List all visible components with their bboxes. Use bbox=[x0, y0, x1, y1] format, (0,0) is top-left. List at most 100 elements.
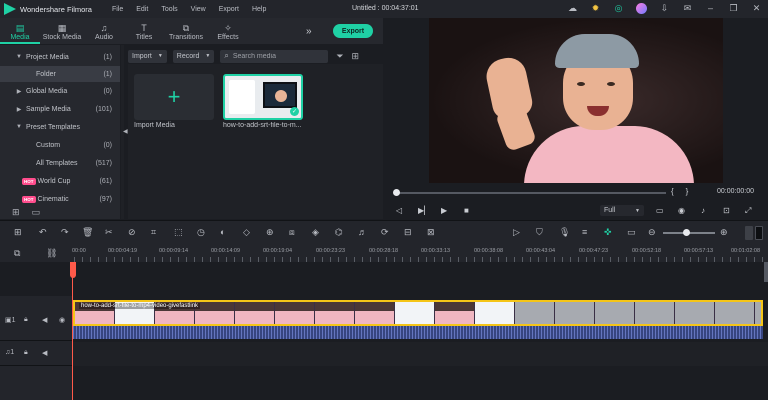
lock-icon[interactable]: 🔒︎ bbox=[24, 316, 28, 324]
snapshot-icon[interactable]: ◉ bbox=[678, 204, 685, 218]
crop-icon[interactable]: ⊡ bbox=[723, 204, 730, 218]
menu-tools[interactable]: Tools bbox=[161, 6, 177, 13]
audio-detach-icon[interactable]: ⊘ bbox=[128, 227, 136, 238]
ai-icon[interactable]: ⌬ bbox=[335, 227, 343, 238]
export-button[interactable]: Export bbox=[333, 24, 373, 38]
media-search[interactable]: ⌕ bbox=[220, 49, 329, 63]
tab-transitions[interactable]: ⧉ Transitions bbox=[164, 18, 208, 44]
playhead-line[interactable] bbox=[72, 262, 73, 400]
audio-track-lane[interactable] bbox=[73, 342, 768, 366]
sidebar-item-preset-templates[interactable]: ▼ Preset Templates bbox=[0, 119, 120, 135]
add-track-icon[interactable]: ⧉ bbox=[14, 248, 20, 259]
mark-in-out-icon[interactable]: {} bbox=[671, 187, 700, 196]
fit-icon[interactable]: ⊕ bbox=[266, 227, 274, 238]
restore-icon[interactable]: ❐ bbox=[728, 3, 739, 14]
keyframe-icon[interactable]: ◇ bbox=[243, 227, 250, 238]
speaker-icon[interactable]: ◀︎ bbox=[42, 349, 47, 357]
redo-icon[interactable]: ↷ bbox=[61, 227, 69, 238]
layout-toggle-button-alt[interactable] bbox=[755, 226, 763, 240]
delete-icon[interactable]: 🗑 bbox=[82, 227, 93, 238]
download-icon[interactable]: ⇩ bbox=[659, 3, 670, 14]
search-input[interactable] bbox=[232, 52, 323, 60]
sidebar-item-global-media[interactable]: ▶ Global Media (0) bbox=[0, 83, 120, 99]
collapse-arrow-icon[interactable]: ▶ bbox=[14, 106, 24, 113]
new-folder-icon[interactable]: ⊞ bbox=[12, 207, 20, 218]
audio-icon[interactable]: ♬ bbox=[358, 227, 367, 238]
sidebar-item-all-templates[interactable]: All Templates (517) bbox=[0, 155, 120, 171]
speaker-icon[interactable]: ◀︎ bbox=[42, 316, 47, 324]
timeline-scrollbar[interactable] bbox=[764, 262, 768, 282]
green-screen-icon[interactable]: ⧈ bbox=[289, 227, 295, 238]
stop-icon[interactable]: ■ bbox=[464, 204, 469, 218]
shield-icon[interactable]: ⛉ bbox=[536, 227, 543, 238]
snap-icon[interactable]: ✜ bbox=[604, 227, 612, 238]
lock-icon[interactable]: 🔒︎ bbox=[24, 349, 28, 357]
tab-stock-media[interactable]: ▦ Stock Media bbox=[40, 18, 84, 44]
mail-icon[interactable]: ✉ bbox=[682, 3, 693, 14]
preview-quality-select[interactable]: Full ▼ bbox=[600, 205, 644, 216]
microphone-icon[interactable]: 🎙 bbox=[559, 227, 570, 238]
play-icon[interactable]: ▶ bbox=[441, 204, 447, 218]
transform-icon[interactable]: ⬚ bbox=[174, 227, 183, 238]
voiceover-icon[interactable]: ≡ bbox=[582, 227, 587, 238]
tab-effects[interactable]: ✧ Effects bbox=[208, 18, 248, 44]
lightbulb-icon[interactable]: ✹ bbox=[590, 3, 601, 14]
menu-export[interactable]: Export bbox=[219, 6, 239, 13]
record-dropdown[interactable]: Record ▼ bbox=[172, 49, 215, 63]
display-icon[interactable]: ▭ bbox=[656, 204, 664, 218]
cut-icon[interactable]: ✂ bbox=[105, 227, 113, 238]
minimize-icon[interactable]: – bbox=[705, 3, 716, 14]
zoom-out-icon[interactable]: ⊖ bbox=[648, 227, 656, 238]
sidebar-item-custom[interactable]: Custom (0) bbox=[0, 137, 120, 153]
subtitle-icon[interactable]: ▭ bbox=[627, 227, 636, 238]
layout-toggle-button[interactable] bbox=[745, 226, 753, 240]
import-media-tile[interactable]: + bbox=[134, 74, 214, 120]
preview-scrub-handle[interactable] bbox=[393, 189, 400, 196]
stabilize-icon[interactable]: ⊟ bbox=[404, 227, 412, 238]
link-icon[interactable]: ⛓ bbox=[46, 248, 57, 259]
menu-edit[interactable]: Edit bbox=[136, 6, 148, 13]
preview-scrub-bar[interactable] bbox=[396, 192, 666, 194]
avatar[interactable] bbox=[636, 3, 647, 14]
more-tools-icon[interactable]: ⊠ bbox=[427, 227, 435, 238]
sidebar-item-sample-media[interactable]: ▶ Sample Media (101) bbox=[0, 101, 120, 117]
grid-view-icon[interactable]: ⊞ bbox=[352, 51, 360, 62]
timeline-video-clip[interactable]: how-to-add-srt-file-to-mp4-video-givefas… bbox=[73, 300, 763, 326]
headset-icon[interactable]: ◎ bbox=[613, 3, 624, 14]
crop-icon[interactable]: ⌗ bbox=[151, 227, 156, 238]
sidebar-item-world-cup[interactable]: HOT World Cup (61) bbox=[0, 173, 120, 189]
zoom-in-icon[interactable]: ⊕ bbox=[720, 227, 728, 238]
menu-view[interactable]: View bbox=[191, 6, 206, 13]
play-frame-icon[interactable]: ▶▏ bbox=[418, 204, 430, 218]
cloud-icon[interactable]: ☁ bbox=[567, 3, 578, 14]
sidebar-item-project-media[interactable]: ▼ Project Media (1) bbox=[0, 49, 120, 65]
fullscreen-icon[interactable]: ⤢ bbox=[745, 204, 751, 218]
step-back-icon[interactable]: ◁ bbox=[396, 204, 402, 218]
more-tabs-icon[interactable]: » bbox=[306, 26, 312, 37]
collapse-arrow-icon[interactable]: ▶ bbox=[14, 88, 24, 95]
filter-icon[interactable]: ⏷ bbox=[336, 51, 343, 62]
tab-audio[interactable]: ♫ Audio bbox=[84, 18, 124, 44]
menu-help[interactable]: Help bbox=[252, 6, 266, 13]
sidebar-item-folder[interactable]: Folder (1) bbox=[0, 66, 120, 82]
grid-icon[interactable]: ⊞ bbox=[14, 227, 22, 238]
menu-file[interactable]: File bbox=[112, 6, 123, 13]
mask-icon[interactable]: ◈ bbox=[312, 227, 319, 238]
expand-arrow-icon[interactable]: ▼ bbox=[14, 124, 24, 130]
eye-icon[interactable]: ◉ bbox=[59, 316, 65, 324]
tab-media[interactable]: ▤ Media bbox=[0, 18, 40, 44]
render-icon[interactable]: ▷ bbox=[513, 227, 520, 238]
color-icon[interactable]: ◐ bbox=[220, 227, 225, 238]
speed-icon[interactable]: ◷ bbox=[197, 227, 205, 238]
zoom-slider-handle[interactable] bbox=[683, 229, 690, 236]
import-dropdown[interactable]: Import ▼ bbox=[128, 49, 167, 63]
tab-titles[interactable]: T Titles bbox=[124, 18, 164, 44]
expand-arrow-icon[interactable]: ▼ bbox=[14, 54, 24, 60]
volume-icon[interactable]: ♪ bbox=[701, 204, 705, 218]
playhead-handle[interactable] bbox=[70, 262, 76, 278]
motion-icon[interactable]: ⟳ bbox=[381, 227, 389, 238]
media-clip-thumbnail[interactable]: ✓ bbox=[223, 74, 303, 120]
undo-icon[interactable]: ↶ bbox=[39, 227, 47, 238]
collapse-panel-icon[interactable]: ◀ bbox=[123, 128, 128, 135]
folder-open-icon[interactable]: ▭ bbox=[32, 207, 41, 218]
